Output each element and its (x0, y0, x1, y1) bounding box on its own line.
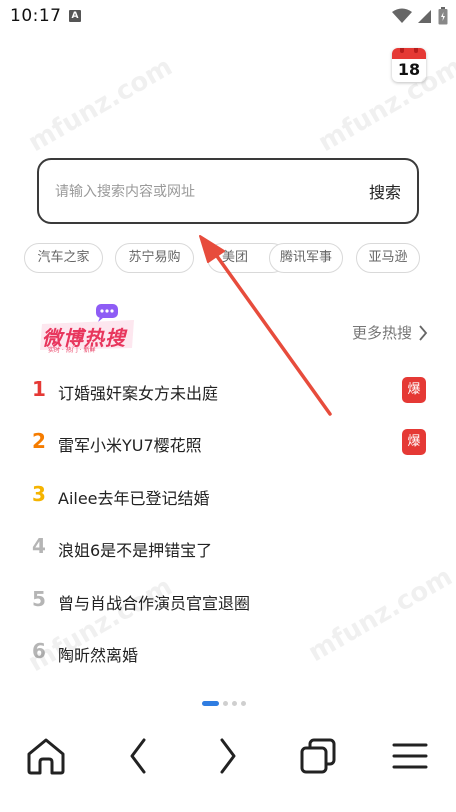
status-bar: 10:17 A (0, 0, 456, 34)
hot-title: Ailee去年已登记结婚 (58, 489, 210, 508)
hot-title: 曾与肖战合作演员官宣退圈 (58, 594, 251, 613)
page-dot (232, 701, 237, 706)
calendar-button[interactable]: 18 (392, 48, 426, 82)
hot-rank: 5 (32, 587, 46, 611)
hot-search-item[interactable]: 4 浪姐6是不是押错宝了 (0, 522, 456, 574)
hot-search-item[interactable]: 3 Ailee去年已登记结婚 (0, 470, 456, 522)
more-hot-search-label: 更多热搜 (351, 324, 412, 342)
calendar-header (392, 48, 426, 59)
forward-button[interactable] (206, 734, 250, 778)
page-indicator (202, 701, 246, 706)
weibo-logo-subtext: 实时 · 热门 · 新鲜 (48, 347, 96, 354)
hot-search-item[interactable]: 6 陶昕然离婚 (0, 627, 456, 679)
status-time: 10:17 (10, 6, 62, 26)
hot-title: 订婚强奸案女方未出庭 (58, 384, 219, 403)
bottom-nav (0, 722, 456, 786)
hot-search-item[interactable]: 5 曾与肖战合作演员官宣退圈 (0, 575, 456, 627)
menu-icon (392, 743, 428, 769)
hot-rank: 3 (32, 482, 46, 506)
back-button[interactable] (116, 734, 160, 778)
hot-badge: 爆 (402, 377, 426, 403)
home-icon (27, 738, 65, 775)
tabs-icon (300, 738, 336, 774)
page-dot-active (202, 701, 219, 706)
weibo-hot-search-logo: 微博热搜 实时 · 热门 · 新鲜 (38, 302, 138, 358)
search-button[interactable]: 搜索 (369, 179, 401, 203)
hot-search-item[interactable]: 1 订婚强奸案女方未出庭 爆 (0, 365, 456, 417)
signal-icon (418, 10, 431, 23)
battery-icon (438, 7, 448, 25)
forward-icon (220, 738, 236, 774)
more-hot-search-link[interactable]: 更多热搜 (352, 322, 428, 343)
hot-rank: 2 (32, 429, 46, 453)
back-icon (130, 738, 146, 774)
quick-links: 汽车之家 苏宁易购 美团 腾讯军事 亚马逊 (24, 243, 424, 273)
search-input[interactable] (55, 180, 335, 204)
search-box[interactable]: 搜索 (37, 158, 419, 224)
watermark: mfunz.com (23, 51, 178, 159)
wifi-icon (392, 8, 412, 23)
hot-search-item[interactable]: 2 雷军小米YU7樱花照 爆 (0, 417, 456, 469)
hot-title: 浪姐6是不是押错宝了 (58, 541, 213, 560)
menu-button[interactable] (388, 734, 432, 778)
hot-title: 陶昕然离婚 (58, 646, 139, 665)
notification-icon: A (69, 10, 81, 22)
page-dot (223, 701, 228, 706)
hot-rank: 1 (32, 377, 46, 401)
page-dot (241, 701, 246, 706)
hot-rank: 6 (32, 639, 46, 663)
hot-rank: 4 (32, 534, 46, 558)
hot-badge: 爆 (402, 429, 426, 455)
home-button[interactable] (24, 734, 68, 778)
watermark: mfunz.com (313, 51, 456, 159)
calendar-day: 18 (397, 60, 421, 79)
hot-title: 雷军小米YU7樱花照 (58, 436, 202, 455)
quick-link-autohome[interactable]: 汽车之家 (24, 243, 103, 273)
quick-link-tencent-military[interactable]: 腾讯军事 (269, 243, 343, 273)
status-icons (392, 7, 448, 25)
quick-link-suning[interactable]: 苏宁易购 (115, 243, 194, 273)
tabs-button[interactable] (296, 734, 340, 778)
quick-link-amazon[interactable]: 亚马逊 (356, 243, 420, 273)
chevron-right-icon (419, 324, 428, 341)
